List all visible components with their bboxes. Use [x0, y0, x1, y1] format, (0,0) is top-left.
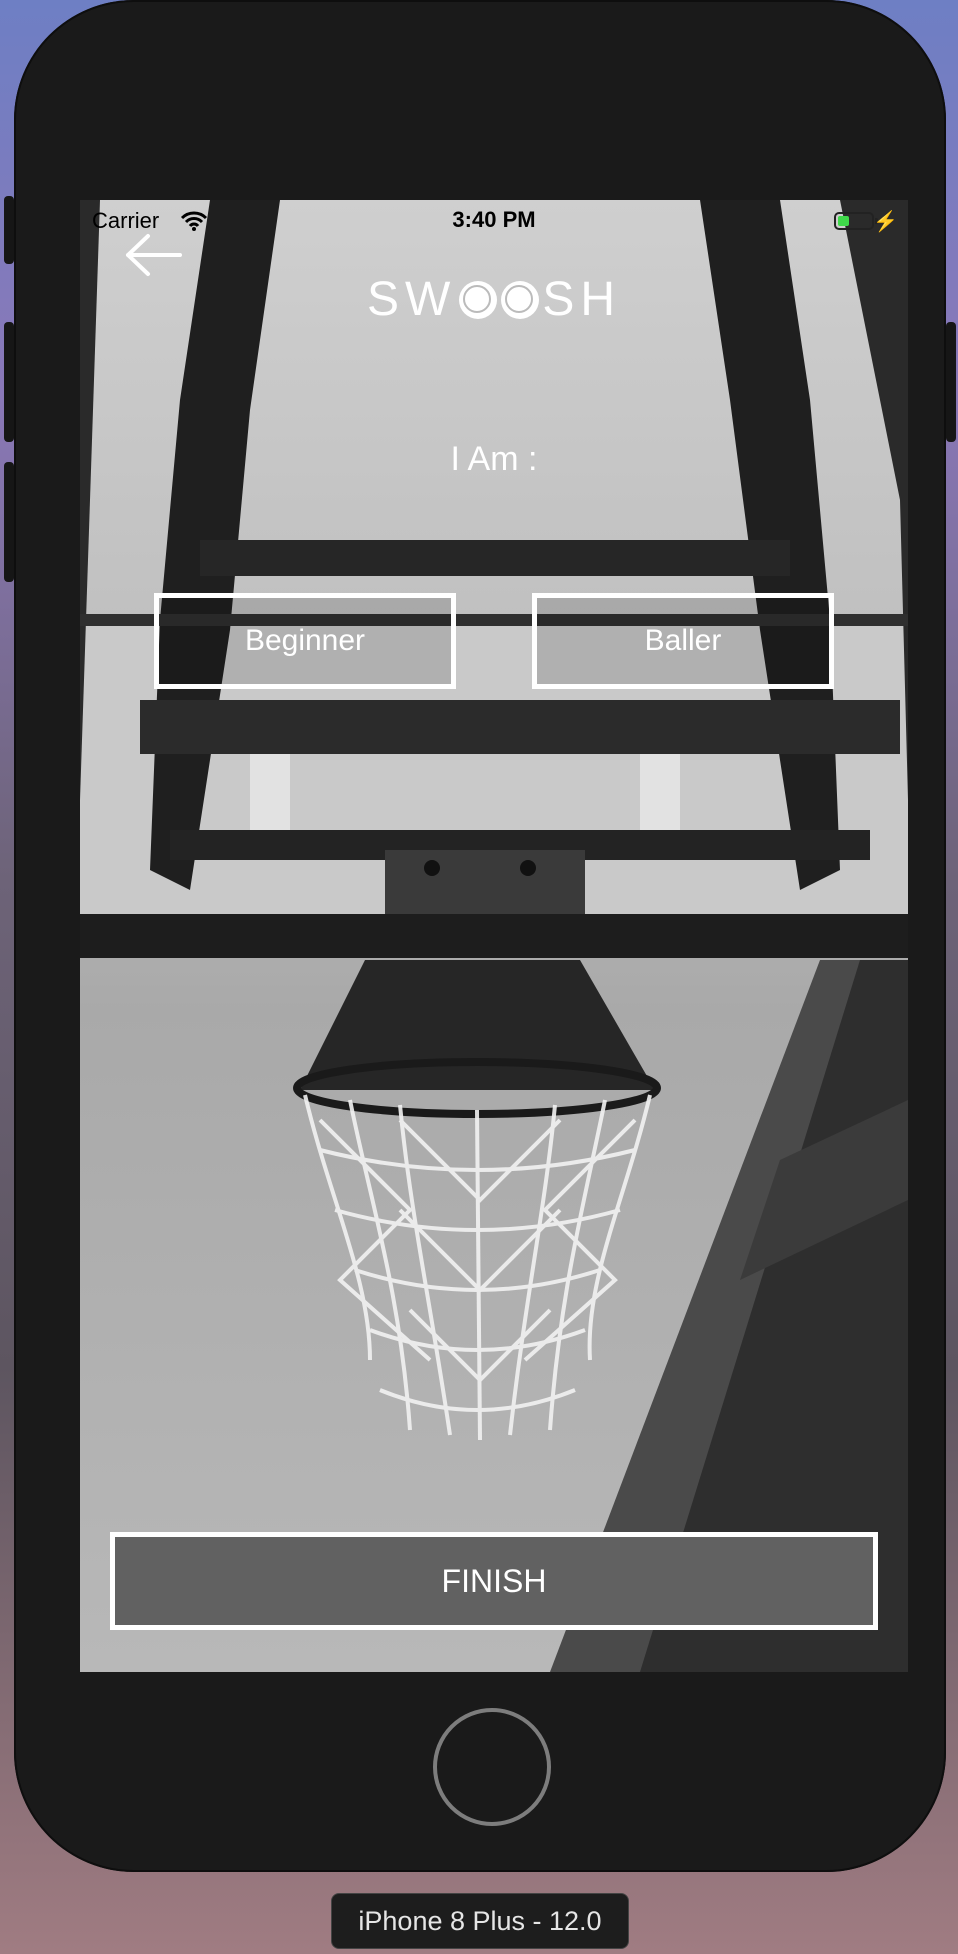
app-screen: Carrier 3:40 PM ⚡ SW SH I Am: Beginner …	[80, 200, 908, 1672]
volume-down-button	[4, 462, 14, 582]
logo-text-left: SW	[366, 273, 457, 326]
status-bar: Carrier 3:40 PM ⚡	[80, 200, 908, 244]
volume-up-button	[4, 322, 14, 442]
skill-prompt-label: I Am :	[450, 440, 538, 478]
finish-button[interactable]: FINISH	[110, 1532, 878, 1630]
basketball-hoop-background	[80, 200, 908, 1672]
basketball-logo-icon	[459, 280, 498, 319]
power-button	[946, 322, 956, 442]
home-button[interactable]	[433, 1708, 551, 1826]
mute-switch	[4, 196, 14, 264]
battery-icon	[834, 212, 878, 230]
swoosh-logo: SW SH	[80, 272, 908, 327]
battery-fill	[838, 216, 849, 226]
device-frame: Carrier 3:40 PM ⚡ SW SH I Am: Beginner …	[4, 0, 956, 1872]
beginner-button[interactable]: Beginner	[154, 593, 456, 689]
simulator-device-label: iPhone 8 Plus - 12.0	[331, 1893, 629, 1949]
basketball-logo-icon	[501, 280, 540, 319]
logo-text-right: SH	[542, 273, 621, 326]
charging-bolt-icon: ⚡	[873, 211, 898, 233]
baller-button[interactable]: Baller	[532, 593, 834, 689]
status-time: 3:40 PM	[452, 207, 536, 232]
